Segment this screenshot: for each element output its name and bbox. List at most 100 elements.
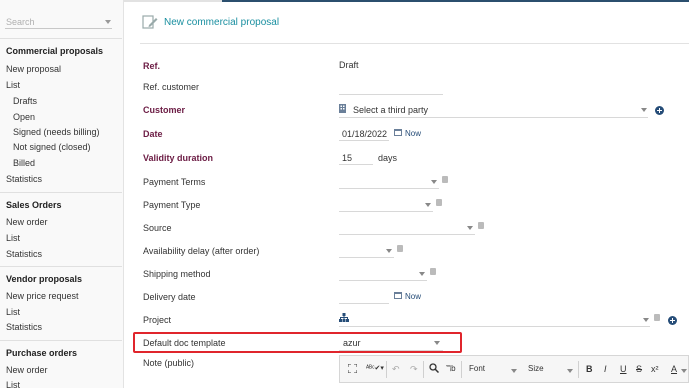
font-select[interactable]: Font — [469, 364, 485, 373]
divider — [0, 340, 122, 341]
menu-item-statistics[interactable]: Statistics — [6, 322, 42, 332]
note-public-label: Note (public) — [143, 358, 195, 368]
proposal-icon — [142, 15, 158, 29]
chevron-down-icon[interactable] — [431, 180, 437, 184]
add-customer-icon[interactable] — [655, 106, 664, 115]
chevron-down-icon[interactable] — [567, 369, 573, 373]
menu-item-new-proposal[interactable]: New proposal — [6, 64, 61, 74]
help-icon[interactable] — [436, 199, 442, 206]
validity-input[interactable]: 15 — [342, 153, 352, 163]
help-icon[interactable] — [397, 245, 403, 252]
menu-item-new-price-request[interactable]: New price request — [6, 291, 79, 301]
menu-item-statistics[interactable]: Statistics — [6, 174, 42, 184]
menu-item-drafts[interactable]: Drafts — [13, 96, 37, 106]
italic-button[interactable]: I — [604, 364, 607, 374]
customer-underline — [339, 117, 648, 118]
validity-label: Validity duration — [143, 153, 214, 163]
chevron-down-icon[interactable] — [643, 318, 649, 322]
delivery-input[interactable] — [339, 303, 389, 304]
menu-item-billed[interactable]: Billed — [13, 158, 35, 168]
source-select[interactable] — [339, 234, 475, 235]
help-icon[interactable] — [478, 222, 484, 229]
menu-item-list[interactable]: List — [6, 307, 20, 317]
chevron-down-icon[interactable] — [511, 369, 517, 373]
menu-item-open[interactable]: Open — [13, 112, 35, 122]
section-title-vendor-proposals: Vendor proposals — [6, 274, 83, 284]
divider — [578, 361, 579, 378]
menu-item-statistics[interactable]: Statistics — [6, 249, 42, 259]
calendar-icon[interactable] — [394, 292, 402, 299]
chevron-down-icon[interactable] — [467, 226, 473, 230]
chevron-down-icon[interactable] — [105, 20, 111, 24]
underline-button[interactable]: U — [620, 364, 627, 374]
chevron-down-icon[interactable] — [386, 249, 392, 253]
customer-select[interactable]: Select a third party — [353, 105, 428, 115]
ref-value: Draft — [339, 60, 359, 70]
divider — [140, 43, 689, 44]
redo-icon[interactable]: ↷ — [410, 364, 418, 375]
superscript-button[interactable]: x² — [651, 364, 659, 374]
project-label: Project — [143, 315, 172, 325]
divider — [386, 361, 387, 378]
ref-customer-input[interactable] — [339, 94, 443, 95]
chevron-down-icon[interactable] — [419, 272, 425, 276]
shipping-label: Shipping method — [143, 269, 211, 279]
menu-item-list[interactable]: List — [6, 380, 20, 390]
date-now-link[interactable]: Now — [405, 129, 421, 138]
customer-label: Customer — [143, 105, 186, 115]
undo-icon[interactable]: ↶ — [392, 364, 400, 375]
building-icon — [339, 104, 346, 113]
chevron-down-icon[interactable] — [681, 369, 687, 373]
editor-toolbar: ᴬᴮᶜ✔▾ ↶ ↷ ℸb Font Size B I U S x² A — [339, 355, 689, 383]
section-title-sales-orders: Sales Orders — [6, 200, 62, 210]
delivery-label: Delivery date — [143, 292, 196, 302]
divider — [461, 361, 462, 378]
replace-icon[interactable]: ℸb — [446, 364, 456, 373]
divider — [0, 192, 122, 193]
payment-terms-label: Payment Terms — [143, 177, 206, 187]
chevron-down-icon[interactable] — [434, 341, 440, 345]
project-select[interactable] — [339, 326, 650, 327]
payment-type-select[interactable] — [339, 211, 433, 212]
menu-item-not-signed[interactable]: Not signed (closed) — [13, 142, 91, 152]
availability-label: Availability delay (after order) — [143, 246, 260, 256]
payment-terms-select[interactable] — [339, 188, 439, 189]
ref-label: Ref. — [143, 61, 161, 71]
menu-item-list[interactable]: List — [6, 233, 20, 243]
bold-button[interactable]: B — [586, 364, 593, 374]
size-select[interactable]: Size — [528, 364, 544, 373]
search-input[interactable]: Search — [5, 14, 112, 29]
search-placeholder: Search — [6, 17, 35, 27]
date-input[interactable]: 01/18/2022 — [342, 129, 387, 139]
shipping-select[interactable] — [339, 280, 427, 281]
validity-unit: days — [378, 153, 398, 163]
menu-item-signed[interactable]: Signed (needs billing) — [13, 127, 100, 137]
calendar-icon[interactable] — [394, 129, 402, 136]
divider — [0, 266, 122, 267]
validity-underline — [339, 164, 373, 165]
chevron-down-icon[interactable] — [641, 108, 647, 112]
help-icon[interactable] — [654, 314, 660, 321]
menu-item-new-order[interactable]: New order — [6, 217, 48, 227]
section-title-commercial-proposals: Commercial proposals — [6, 46, 104, 56]
template-select[interactable]: azur — [343, 338, 361, 348]
availability-select[interactable] — [339, 257, 394, 258]
template-underline — [339, 350, 443, 351]
strikethrough-button[interactable]: S — [636, 364, 642, 374]
delivery-now-link[interactable]: Now — [405, 292, 421, 301]
menu-item-list[interactable]: List — [6, 80, 20, 90]
top-accent — [222, 0, 689, 2]
search-icon[interactable] — [429, 363, 439, 373]
page-title: New commercial proposal — [164, 17, 280, 28]
maximize-icon[interactable] — [348, 364, 357, 373]
text-color-button[interactable]: A — [671, 364, 677, 374]
ref-customer-label: Ref. customer — [143, 82, 200, 92]
spellcheck-icon[interactable]: ᴬᴮᶜ✔▾ — [366, 364, 384, 372]
chevron-down-icon[interactable] — [425, 203, 431, 207]
help-icon[interactable] — [430, 268, 436, 275]
add-project-icon[interactable] — [668, 316, 677, 325]
divider — [0, 38, 122, 39]
menu-item-new-order[interactable]: New order — [6, 365, 48, 375]
help-icon[interactable] — [442, 176, 448, 183]
template-label: Default doc template — [143, 338, 226, 348]
